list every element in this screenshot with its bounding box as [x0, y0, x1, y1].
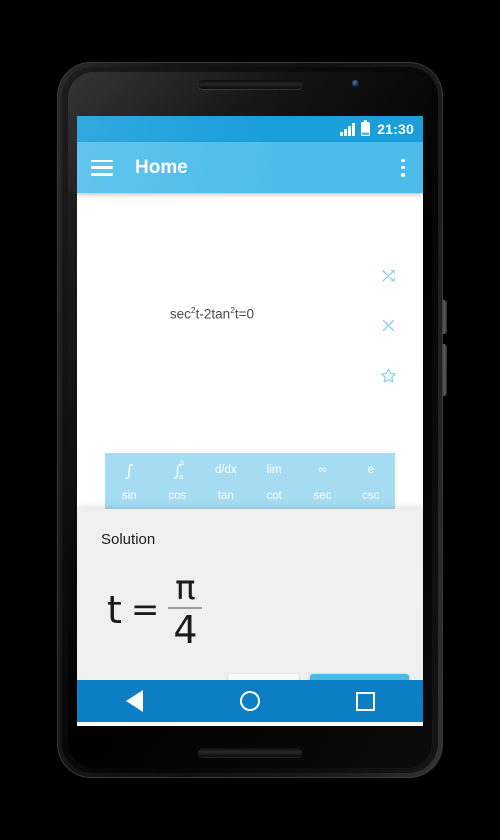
cot-key[interactable]: cot [250, 483, 298, 509]
solution-fraction: π 4 [168, 568, 203, 652]
favorite-icon[interactable] [378, 365, 398, 385]
bottom-speaker-grille [198, 748, 302, 757]
solution-variable: t [107, 587, 122, 632]
back-triangle-icon [126, 690, 144, 712]
infinity-key[interactable]: ∞ [298, 457, 346, 483]
main-content: sec2t-2tan2t=0 ∫ ∫ a b d/dx lim ∞ e sin … [77, 193, 423, 722]
csc-key[interactable]: csc [347, 483, 395, 509]
expression-row: sec2t-2tan2t=0 [77, 265, 423, 385]
app-bar: Home [77, 142, 423, 193]
cos-key[interactable]: cos [153, 483, 201, 509]
definite-integral-upper: b [180, 459, 185, 467]
page-title: Home [135, 156, 188, 178]
shuffle-icon[interactable] [378, 265, 398, 285]
earpiece-speaker [198, 80, 302, 89]
euler-key[interactable]: e [347, 457, 395, 483]
expression-actions [375, 265, 401, 385]
limit-key[interactable]: lim [250, 457, 298, 483]
recents-square-icon [355, 691, 375, 711]
volume-button[interactable] [442, 344, 447, 396]
sec-key[interactable]: sec [298, 483, 346, 509]
status-bar: 21:30 [77, 116, 423, 142]
definite-integral-lower: a [179, 473, 184, 481]
solution-equals: = [130, 589, 160, 630]
solution-title: Solution [101, 531, 156, 548]
equation-suffix: t=0 [234, 306, 255, 322]
sin-key[interactable]: sin [105, 483, 153, 509]
power-button[interactable] [442, 300, 447, 334]
math-keyboard-row-2: sin cos tan cot sec csc [105, 483, 395, 509]
hamburger-menu-icon[interactable] [91, 159, 113, 176]
equation-mid: t-2tan [195, 306, 231, 322]
integral-key-label: ∫ [124, 460, 134, 480]
front-camera-icon [352, 80, 359, 87]
equation-prefix: sec [169, 306, 191, 322]
overflow-menu-icon[interactable] [393, 157, 413, 179]
clear-icon[interactable] [378, 315, 398, 335]
navigation-bar [77, 680, 423, 722]
nav-home-button[interactable] [227, 680, 273, 722]
derivative-key[interactable]: d/dx [202, 457, 250, 483]
status-clock: 21:30 [377, 121, 414, 137]
screenshot-stage: 21:30 Home sec2t-2tan2t=0 ∫ ∫ a b d/dx l… [0, 0, 500, 840]
home-circle-icon [239, 691, 260, 711]
math-keyboard-row-1: ∫ ∫ a b d/dx lim ∞ e [105, 457, 395, 483]
signal-bars-icon [340, 122, 356, 136]
nav-back-button[interactable] [112, 680, 158, 722]
solution-numerator: π [175, 568, 196, 608]
math-keyboard: ∫ ∫ a b d/dx lim ∞ e sin cos tan cot sec… [105, 453, 395, 511]
nav-recents-button[interactable] [342, 680, 388, 722]
phone-screen: 21:30 Home sec2t-2tan2t=0 ∫ ∫ a b d/dx l… [77, 116, 423, 726]
definite-integral-key[interactable]: ∫ a b [153, 457, 201, 483]
solution-denominator: 4 [173, 607, 198, 652]
battery-icon [361, 120, 371, 136]
solution-result: t = π 4 [107, 568, 203, 652]
integral-key[interactable]: ∫ [105, 457, 153, 483]
tan-key[interactable]: tan [202, 483, 250, 509]
equation-text[interactable]: sec2t-2tan2t=0 [77, 305, 347, 322]
